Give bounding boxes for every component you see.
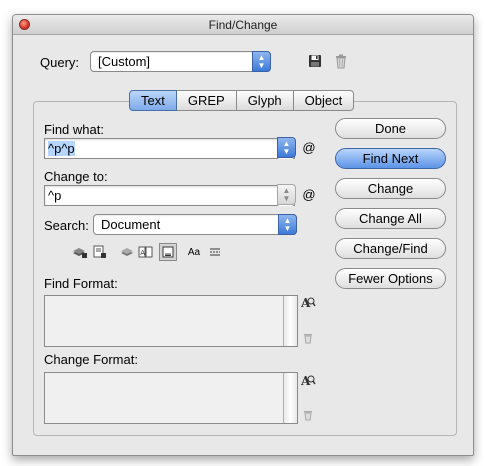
specify-change-format-button[interactable]: A (300, 372, 316, 388)
save-query-button[interactable] (307, 53, 323, 69)
svg-text:A: A (140, 249, 145, 257)
whole-word-toggle[interactable] (207, 244, 223, 260)
chevron-updown-icon: ▲ ▼ (277, 184, 296, 205)
include-locked-stories-toggle[interactable] (92, 244, 108, 260)
find-change-dialog: Find/Change Query: [Custom] ▲ ▼ Text GREP… (12, 14, 474, 456)
case-sensitive-toggle[interactable]: Aa (185, 244, 203, 260)
change-format-box[interactable] (44, 372, 298, 424)
tab-glyph[interactable]: Glyph (236, 90, 294, 111)
query-select[interactable]: [Custom] ▲ ▼ (90, 51, 271, 72)
query-label: Query: (40, 55, 80, 70)
format-search-icon: A (301, 374, 316, 388)
title-bar[interactable]: Find/Change (13, 15, 473, 35)
include-hidden-layers-toggle[interactable] (119, 244, 135, 260)
change-all-button[interactable]: Change All (335, 208, 446, 229)
clear-find-format-button[interactable] (303, 333, 313, 347)
done-button[interactable]: Done (335, 118, 446, 139)
hidden-layers-icon (121, 248, 133, 256)
trash-icon (336, 54, 346, 68)
save-icon (309, 55, 321, 67)
find-next-button[interactable]: Find Next (335, 148, 446, 169)
trash-icon (304, 334, 312, 344)
include-locked-layers-toggle[interactable] (72, 244, 88, 260)
include-footnotes-toggle[interactable] (159, 243, 177, 261)
change-to-recent-menu[interactable]: ▲ ▼ (276, 184, 296, 206)
delete-query-button[interactable] (333, 53, 349, 69)
search-label: Search: (44, 218, 89, 233)
at-sign-icon: @ (302, 140, 316, 155)
include-master-pages-toggle[interactable]: A (137, 244, 155, 260)
at-sign-icon: @ (302, 187, 316, 202)
change-format-label: Change Format: (44, 352, 138, 367)
find-what-value: ^p^p (48, 141, 75, 156)
change-button[interactable]: Change (335, 178, 446, 199)
search-mode-tabs: Text GREP Glyph Object (129, 90, 355, 111)
format-search-icon: A (301, 296, 316, 310)
fewer-options-button[interactable]: Fewer Options (335, 268, 446, 289)
find-format-box[interactable] (44, 295, 298, 347)
change-special-characters-button[interactable]: @ (301, 185, 317, 206)
change-find-button[interactable]: Change/Find (335, 238, 446, 259)
whole-word-icon (210, 248, 220, 256)
window-title: Find/Change (208, 18, 278, 32)
locked-stories-icon (93, 245, 106, 258)
case-sensitive-icon: Aa (187, 246, 201, 258)
master-pages-icon: A (138, 246, 153, 257)
tab-object[interactable]: Object (293, 90, 355, 111)
find-what-label: Find what: (44, 122, 104, 137)
locked-layers-icon (73, 248, 87, 258)
change-format-scrollbar[interactable] (283, 373, 297, 423)
tab-text[interactable]: Text (129, 90, 177, 111)
find-format-label: Find Format: (44, 276, 118, 291)
change-to-value: ^p (48, 188, 62, 203)
query-value: [Custom] (98, 54, 151, 69)
change-to-field[interactable]: ^p ▲ ▼ (44, 184, 296, 206)
search-scope-select[interactable]: Document ▲ ▼ (93, 214, 297, 235)
specify-find-format-button[interactable]: A (300, 294, 316, 310)
find-special-characters-button[interactable]: @ (301, 138, 317, 159)
chevron-updown-icon: ▲ ▼ (277, 137, 296, 158)
clear-change-format-button[interactable] (303, 410, 313, 424)
trash-icon (304, 411, 312, 421)
change-to-label: Change to: (44, 169, 108, 184)
footnotes-icon (162, 246, 174, 258)
find-what-recent-menu[interactable]: ▲ ▼ (276, 137, 296, 159)
find-format-scrollbar[interactable] (283, 296, 297, 346)
find-what-field[interactable]: ^p^p ▲ ▼ (44, 137, 296, 159)
search-scope-value: Document (101, 217, 161, 232)
chevron-updown-icon: ▲ ▼ (278, 214, 297, 235)
chevron-updown-icon: ▲ ▼ (252, 51, 271, 72)
tab-grep[interactable]: GREP (176, 90, 237, 111)
